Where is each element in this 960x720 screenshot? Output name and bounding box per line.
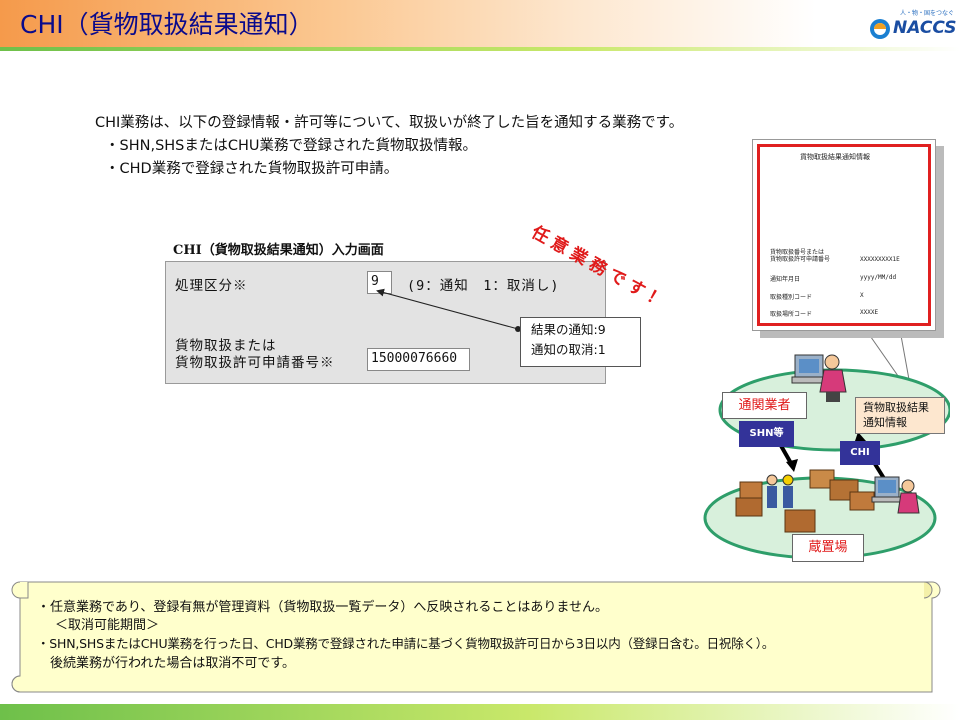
document-row-3-value: X — [860, 292, 864, 299]
callout-line-2: 通知の取消:1 — [531, 342, 606, 357]
logo-text: NACCS — [893, 18, 957, 38]
header-divider — [0, 47, 960, 51]
chi-label: CHI — [840, 441, 880, 465]
input-screen-label: CHI（貨物取扱結果通知）入力画面 — [173, 243, 384, 258]
notice-label-line-2: 通知情報 — [863, 416, 907, 429]
intro-line-2: ・SHN,SHSまたはCHU業務で登録された貨物取扱情報。 — [105, 138, 478, 154]
intro-line-1: CHI業務は、以下の登録情報・許可等について、取扱いが終了した旨を通知する業務で… — [95, 115, 684, 131]
handling-number-input[interactable]: 15000076660 — [367, 348, 470, 371]
callout-arrow — [376, 288, 521, 332]
document-row-2-value: yyyy/MM/dd — [860, 274, 897, 281]
document-row-1-label: 貨物取扱番号または 貨物取扱許可申請番号 — [770, 249, 831, 263]
notice-label: 貨物取扱結果 通知情報 — [855, 397, 945, 434]
document-title: 貨物取扱結果通知情報 — [800, 153, 870, 161]
document-row-3-label: 取扱種別コード — [770, 294, 813, 301]
warehouse-label: 蔵置場 — [792, 534, 864, 562]
notice-label-line-1: 貨物取扱結果 — [863, 401, 929, 414]
warehouse-computer-icon — [871, 476, 903, 503]
customs-broker-label: 通関業者 — [722, 392, 807, 419]
document-row-2-label: 通知年月日 — [770, 276, 801, 283]
page-title: CHI（貨物取扱結果通知） — [20, 10, 314, 39]
note-line-1: ・任意業務であり、登録有無が管理資料（貨物取扱一覧データ）へ反映されることはあり… — [37, 600, 608, 615]
document-row-1-value: XXXXXXXXX1E — [860, 256, 900, 263]
warehouse-person-icon — [897, 479, 920, 514]
processing-type-callout: 結果の通知:9 通知の取消:1 — [520, 317, 641, 367]
document-row-4-value: XXXXE — [860, 309, 879, 316]
note-line-2: ＜取消可能期間＞ — [55, 618, 160, 633]
handling-number-label-2: 貨物取扱許可申請番号※ — [175, 355, 335, 371]
shn-label: SHN等 — [739, 421, 794, 447]
footer-bar — [0, 704, 960, 720]
note-line-4: 後続業務が行われた場合は取消不可です。 — [50, 656, 296, 671]
callout-line-1: 結果の通知:9 — [531, 322, 606, 337]
intro-line-3: ・CHD業務で登録された貨物取扱許可申請。 — [105, 161, 399, 177]
document-row-4-label: 取扱場所コード — [770, 311, 813, 318]
note-line-3: ・SHN,SHSまたはCHU業務を行った日、CHD業務で登録された申請に基づく貨… — [37, 636, 775, 651]
broker-computer-icon — [791, 354, 827, 384]
logo-tagline: 人・物・国をつなぐ — [900, 10, 955, 17]
processing-type-label: 処理区分※ — [175, 278, 248, 294]
